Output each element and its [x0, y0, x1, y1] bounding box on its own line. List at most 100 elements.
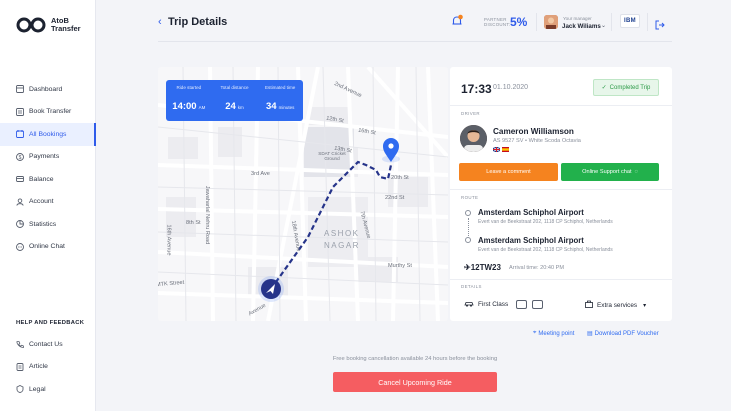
leave-comment-button[interactable]: Leave a comment: [459, 163, 558, 181]
svg-text:$: $: [19, 155, 22, 161]
help-section-title: HELP AND FEEDBACK: [16, 320, 85, 326]
sidebar-item-label: Contact Us: [29, 340, 63, 348]
extra-services-dropdown[interactable]: Extra services ▾: [585, 300, 646, 310]
arrival-time: Arrival time: 20:40 PM: [509, 265, 565, 271]
chat-bubble-icon: ◌: [634, 169, 638, 175]
logo-icon: [16, 17, 48, 33]
discount-value: 5%: [510, 15, 528, 29]
sidebar-item-account[interactable]: Account: [0, 191, 96, 214]
sidebar-item-article[interactable]: Article: [0, 356, 96, 379]
trip-time: 17:33: [461, 82, 492, 96]
bullet-separator: •: [525, 138, 528, 144]
sidebar-item-dashboard[interactable]: Dashboard: [0, 78, 96, 101]
logout-icon[interactable]: [655, 17, 665, 30]
driver-avatar[interactable]: [460, 125, 487, 152]
flight-code: 12TW23: [470, 263, 501, 272]
location-icon: ⌖: [533, 330, 537, 336]
sidebar-item-label: Book Transfer: [29, 108, 72, 116]
chat-icon: [16, 242, 24, 251]
notification-bell-icon[interactable]: [450, 14, 464, 28]
header-divider: [647, 13, 648, 31]
stat-label: Ride started: [176, 85, 202, 90]
stat-value: 24: [225, 101, 236, 112]
driver-vehicle-info: AS 9527 SV • White Scoda Octavia: [493, 138, 581, 144]
route-start-icon: [465, 210, 471, 216]
sidebar-item-payments[interactable]: $ Payments: [0, 146, 96, 169]
class-label: First Class: [478, 301, 509, 308]
chevron-down-icon: ▾: [643, 302, 647, 309]
bookings-icon: [16, 130, 24, 139]
sidebar-item-book-transfer[interactable]: Book Transfer: [0, 101, 96, 124]
statistics-icon: [16, 220, 24, 229]
check-icon: ✓: [601, 85, 607, 91]
manager-name[interactable]: Jack Wiliams: [562, 23, 601, 30]
street-label: 3rd Ave: [251, 171, 270, 177]
sidebar-item-label: Account: [29, 198, 54, 206]
chevron-down-icon[interactable]: ⌄: [601, 22, 606, 29]
extra-services-icon: [585, 300, 593, 310]
sidebar: AtoB Transfer Dashboard Book Transfer Al…: [0, 0, 96, 411]
page-title: Trip Details: [168, 16, 228, 28]
extra-services-label: Extra services: [597, 301, 638, 309]
payments-icon: $: [16, 152, 24, 161]
support-chat-button[interactable]: Online Support chat ◌: [561, 163, 659, 181]
brand-logo[interactable]: AtoB Transfer: [16, 17, 81, 33]
divider: [450, 189, 672, 190]
stat-label: Estimated time: [264, 85, 296, 90]
document-icon: ▤: [587, 331, 593, 337]
trip-details-card: 17:33 01.10.2020 ✓ Completed Trip DRIVER…: [450, 67, 672, 321]
stat-total-distance: Total distance 24 km: [212, 80, 258, 121]
legal-icon: [16, 385, 24, 394]
book-icon: [16, 107, 24, 116]
street-label: 8th St: [186, 220, 201, 226]
brand-line2: Transfer: [51, 24, 81, 33]
download-pdf-link[interactable]: ▤ Download PDF Voucher: [587, 330, 659, 338]
trip-date: 01.10.2020: [493, 84, 529, 91]
sidebar-item-label: Legal: [29, 385, 46, 393]
company-logo: IBM: [620, 14, 640, 28]
language-flags: [492, 146, 509, 154]
vehicle-class: First Class: [464, 300, 544, 309]
flight-number: ✈12TW23: [464, 263, 501, 272]
meeting-point-link[interactable]: ⌖ Meeting point: [533, 330, 574, 337]
stat-unit: minutes: [278, 105, 295, 110]
sidebar-item-online-chat[interactable]: Online Chat: [0, 236, 96, 259]
sidebar-item-all-bookings[interactable]: All Bookings: [0, 123, 96, 146]
manager-label: Your manager: [563, 16, 592, 21]
support-chat-label: Online Support chat: [582, 169, 632, 175]
street-label: 20th St: [391, 175, 409, 181]
driver-section-title: DRIVER: [461, 111, 480, 116]
sidebar-item-label: Article: [29, 363, 48, 371]
stat-value: 34: [266, 101, 277, 112]
flag-icons: [492, 146, 509, 153]
car-icon: [464, 301, 474, 309]
back-button[interactable]: ‹: [158, 16, 162, 28]
dropoff-location: Amsterdam Schiphol Airport: [478, 236, 584, 245]
manager-avatar[interactable]: [544, 15, 558, 29]
route-connector: [467, 218, 469, 236]
cancel-ride-button[interactable]: Cancel Upcoming Ride: [333, 372, 497, 392]
sidebar-item-label: Balance: [29, 175, 54, 183]
trip-stats-panel: Ride started 14:00 AM Total distance 24 km…: [166, 80, 303, 121]
stat-unit: AM: [198, 105, 206, 110]
sidebar-item-label: Online Chat: [29, 243, 65, 251]
sidebar-item-label: Statistics: [29, 220, 57, 228]
route-end-icon: [465, 237, 471, 243]
trip-map[interactable]: Ride started 14:00 AM Total distance 24 km…: [158, 67, 448, 321]
sidebar-item-statistics[interactable]: Statistics: [0, 213, 96, 236]
cancellation-note: Free booking cancellation available 24 h…: [332, 356, 498, 362]
brand-name: AtoB Transfer: [51, 17, 81, 33]
vehicle-plate: AS 9527 SV: [493, 138, 524, 144]
sidebar-item-label: Dashboard: [29, 85, 63, 93]
street-label: 22nd St: [385, 195, 405, 201]
sidebar-item-contact-us[interactable]: Contact Us: [0, 333, 96, 356]
destination-pin-icon[interactable]: [382, 138, 400, 163]
dashboard-icon: [16, 85, 24, 94]
street-label: Murthy St: [388, 263, 412, 269]
account-icon: [16, 198, 24, 206]
sidebar-item-balance[interactable]: Balance: [0, 168, 96, 191]
current-location-icon[interactable]: [258, 276, 284, 302]
sidebar-item-legal[interactable]: Legal: [0, 378, 96, 401]
area-label: ASHOK: [324, 229, 360, 238]
street-label: Jawaharlal Nehru Road: [204, 185, 211, 245]
